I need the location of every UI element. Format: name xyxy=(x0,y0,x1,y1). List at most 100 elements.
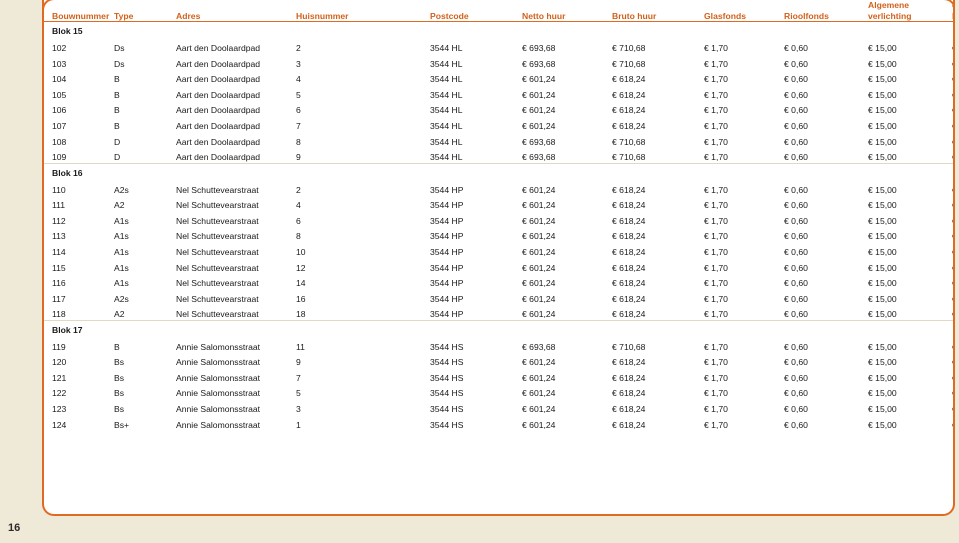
table-cell: 117 xyxy=(52,293,66,304)
table-cell: € 2,00 xyxy=(952,242,953,258)
table-cell: 6 xyxy=(296,105,301,116)
table-row: 118 A2 Nel Schuttevearstraat 18 3544 HP € 601… xyxy=(44,304,953,320)
table-cell: € 2,00 xyxy=(952,399,953,415)
table-cell: € 0,60 xyxy=(784,152,808,163)
column-header-type: Type xyxy=(114,0,176,23)
table-cell: 3544 HL xyxy=(430,74,463,85)
table-cell: € 0,60 xyxy=(784,246,808,257)
table-cell: 114 xyxy=(52,246,66,257)
table-cell: Aart den Doolaardpad xyxy=(176,58,261,69)
table-cell: € 1,70 xyxy=(704,105,728,116)
table-row: 115 A1s Nel Schuttevearstraat 12 3544 HP € 60… xyxy=(44,258,953,274)
table-cell: € 15,00 xyxy=(868,309,897,320)
table-row: 122 Bs Annie Salomonsstraat 5 3544 HS € 601,2… xyxy=(44,384,953,400)
table-cell: 3 xyxy=(296,58,301,69)
table-cell: 7 xyxy=(296,372,301,383)
table-cell: € 618,24 xyxy=(612,262,646,273)
table-cell: € 1,70 xyxy=(704,74,728,85)
table-cell: € 15,00 xyxy=(868,152,897,163)
table-cell: 111 xyxy=(52,200,66,211)
table-cell: 3544 HL xyxy=(430,105,463,116)
table-cell: Aart den Doolaardpad xyxy=(176,121,261,132)
table-cell: 9 xyxy=(296,152,301,163)
table-cell: A1s xyxy=(114,278,129,289)
table-cell: 102 xyxy=(52,43,67,54)
table-cell: 3544 HP xyxy=(430,293,464,304)
table-cell: € 15,00 xyxy=(868,246,897,257)
table-cell: € 618,24 xyxy=(612,278,646,289)
table-cell: 3544 HL xyxy=(430,58,463,69)
table-row: 108 D Aart den Doolaardpad 8 3544 HL € 693,68… xyxy=(44,132,953,148)
table-cell: € 15,00 xyxy=(868,372,897,383)
table-cell: € 1,70 xyxy=(704,43,728,54)
table-cell: 8 xyxy=(296,231,301,242)
table-cell: Bs+ xyxy=(114,419,130,430)
table-cell: 3544 HS xyxy=(430,388,464,399)
table-cell: 116 xyxy=(52,278,66,289)
table-cell: € 0,60 xyxy=(784,231,808,242)
table-cell: 122 xyxy=(52,388,67,399)
table-cell: € 710,68 xyxy=(612,341,646,352)
table-cell: € 2,00 xyxy=(952,38,953,54)
table-cell: Annie Salomonsstraat xyxy=(176,404,261,414)
table-cell: A2 xyxy=(114,309,125,320)
table-cell: € 618,24 xyxy=(612,293,646,304)
table-cell: € 1,70 xyxy=(704,309,728,320)
table-cell: € 2,00 xyxy=(952,147,953,163)
table-cell: € 15,00 xyxy=(868,105,897,116)
table-cell: € 0,60 xyxy=(784,372,808,383)
table-cell: € 1,70 xyxy=(704,388,728,399)
column-header-huisnummer: Huisnummer xyxy=(296,0,430,23)
table-cell: € 601,24 xyxy=(522,357,556,368)
column-header-onderhoud-binnenterrein: onderhoud binnenterrein xyxy=(952,0,953,23)
column-header-algemene-verlichting: Algemene verlichting xyxy=(868,0,952,23)
table-cell: Aart den Doolaardpad xyxy=(176,43,261,54)
table-cell: 3544 HP xyxy=(430,262,464,273)
table-cell: € 2,00 xyxy=(952,352,953,368)
table-cell: € 2,00 xyxy=(952,180,953,196)
table-cell: B xyxy=(114,341,120,352)
table-cell: 6 xyxy=(296,215,301,226)
table-cell: € 15,00 xyxy=(868,419,897,430)
table-cell: € 618,24 xyxy=(612,419,646,430)
table-cell: 14 xyxy=(296,278,306,289)
table-cell: € 2,00 xyxy=(952,337,953,353)
block-heading-row: Blok 17 xyxy=(44,320,953,337)
table-cell: D xyxy=(114,136,121,147)
column-header-bruto-huur: Bruto huur xyxy=(612,0,704,23)
table-cell: € 601,24 xyxy=(522,388,556,399)
table-cell: € 601,24 xyxy=(522,231,556,242)
table-cell: Ds xyxy=(114,58,125,69)
table-header-row: Bouwnummer Type Adres Huisnummer Postcod… xyxy=(44,0,953,23)
table-cell: € 601,24 xyxy=(522,215,556,226)
table-row: 123 Bs Annie Salomonsstraat 3 3544 HS € 601,2… xyxy=(44,399,953,415)
table-cell: € 2,00 xyxy=(952,384,953,400)
table-sheet: Bouwnummer Type Adres Huisnummer Postcod… xyxy=(42,0,955,516)
table-cell: € 0,60 xyxy=(784,309,808,320)
table-row: 109 D Aart den Doolaardpad 9 3544 HL € 693,68… xyxy=(44,147,953,163)
table-cell: 18 xyxy=(296,309,306,320)
table-cell: € 15,00 xyxy=(868,184,897,195)
table-cell: € 15,00 xyxy=(868,231,897,242)
table-cell: 3544 HS xyxy=(430,419,464,430)
table-cell: € 15,00 xyxy=(868,357,897,368)
table-cell: A2s xyxy=(114,293,129,304)
table-cell: Bs xyxy=(114,388,125,399)
table-cell: Aart den Doolaardpad xyxy=(176,136,261,147)
table-cell: 104 xyxy=(52,74,67,85)
table-cell: Annie Salomonsstraat xyxy=(176,388,261,399)
table-cell: € 601,24 xyxy=(522,105,556,116)
table-cell: 12 xyxy=(296,262,306,273)
table-cell: B xyxy=(114,74,120,85)
table-cell: € 1,70 xyxy=(704,58,728,69)
table-cell: € 0,60 xyxy=(784,200,808,211)
block-heading-row: Blok 15 xyxy=(44,22,953,38)
table-cell: Nel Schuttevearstraat xyxy=(176,231,259,242)
table-cell: Annie Salomonsstraat xyxy=(176,341,261,352)
table-cell: € 0,60 xyxy=(784,404,808,414)
table-cell: 3544 HP xyxy=(430,215,464,226)
table-cell: € 0,60 xyxy=(784,105,808,116)
table-row: 111 A2 Nel Schuttevearstraat 4 3544 HP € 601,… xyxy=(44,195,953,211)
table-cell: Aart den Doolaardpad xyxy=(176,74,261,85)
table-cell: € 15,00 xyxy=(868,341,897,352)
